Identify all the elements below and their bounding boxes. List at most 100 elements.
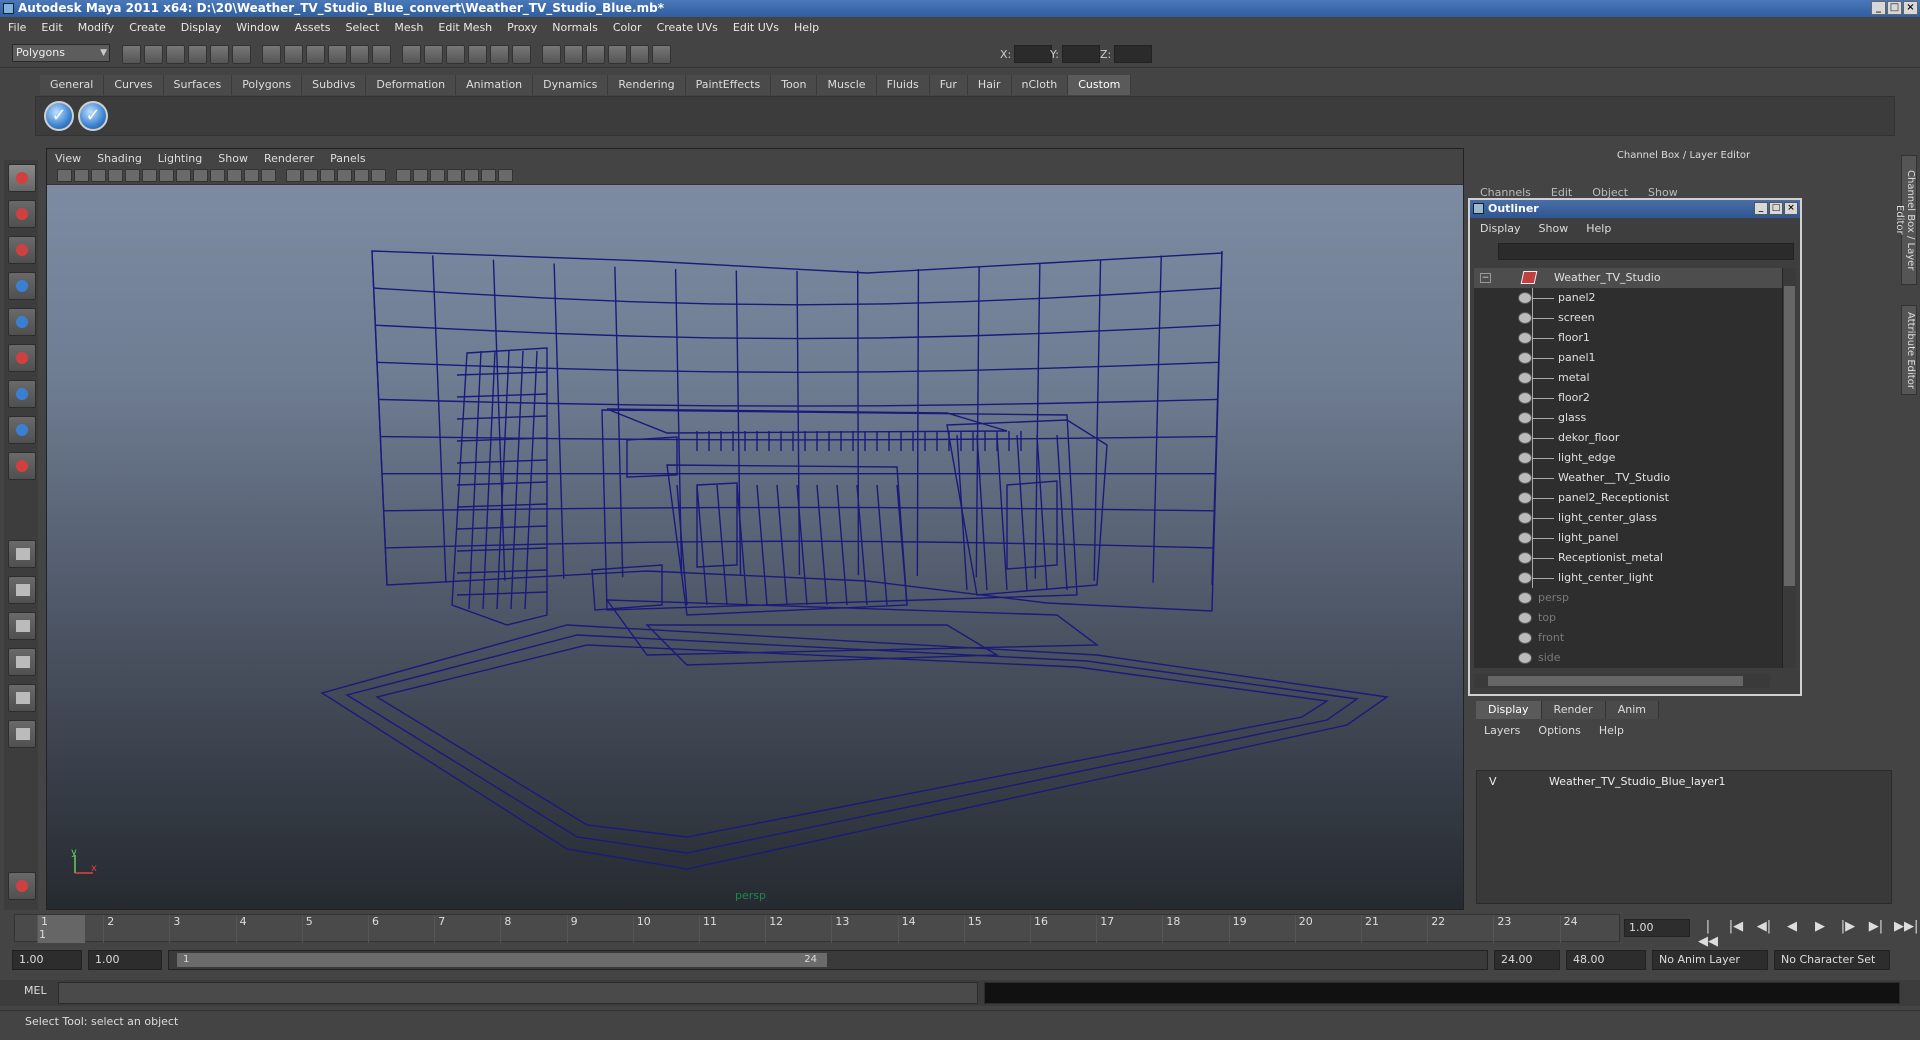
toolbar-button-icon[interactable] xyxy=(284,45,303,64)
scale-tool-icon[interactable] xyxy=(8,344,36,372)
list-item[interactable]: front xyxy=(1474,628,1786,648)
viewport-tool-icon[interactable] xyxy=(320,169,335,182)
menu-modify[interactable]: Modify xyxy=(78,21,114,34)
viewport-tool-icon[interactable] xyxy=(74,169,89,182)
list-item[interactable]: panel2 xyxy=(1474,288,1786,308)
toolbar-button-icon[interactable] xyxy=(328,45,347,64)
viewport-menu-show[interactable]: Show xyxy=(218,152,248,165)
outliner-menu-show[interactable]: Show xyxy=(1539,222,1569,235)
list-item[interactable]: light_center_light xyxy=(1474,568,1786,588)
toolbar-button-icon[interactable] xyxy=(630,45,649,64)
list-item[interactable]: top xyxy=(1474,608,1786,628)
toolbar-button-icon[interactable] xyxy=(188,45,207,64)
outliner-maximize-button[interactable]: □ xyxy=(1769,202,1783,215)
outliner-vertical-thumb[interactable] xyxy=(1784,286,1795,586)
viewport-tool-icon[interactable] xyxy=(354,169,369,182)
tab-subdivs[interactable]: Subdivs xyxy=(302,75,367,95)
toolbar-button-icon[interactable] xyxy=(608,45,627,64)
viewport-tool-icon[interactable] xyxy=(210,169,225,182)
rotate-tool-icon[interactable] xyxy=(8,308,36,336)
outliner-menu-help[interactable]: Help xyxy=(1586,222,1611,235)
tab-hair[interactable]: Hair xyxy=(967,75,1012,95)
toolbar-button-icon[interactable] xyxy=(210,45,229,64)
menu-edit[interactable]: Edit xyxy=(41,21,62,34)
list-item[interactable]: metal xyxy=(1474,368,1786,388)
tab-fur[interactable]: Fur xyxy=(929,75,968,95)
viewport-tool-icon[interactable] xyxy=(125,169,140,182)
toolbar-button-icon[interactable] xyxy=(468,45,487,64)
single-pane-layout-icon[interactable] xyxy=(8,540,36,568)
toolbar-button-icon[interactable] xyxy=(542,45,561,64)
viewport-tool-icon[interactable] xyxy=(447,169,462,182)
layer-menu-options[interactable]: Options xyxy=(1538,724,1580,737)
manipulator-tool-icon[interactable] xyxy=(8,380,36,408)
viewport-tool-icon[interactable] xyxy=(142,169,157,182)
tab-surfaces[interactable]: Surfaces xyxy=(163,75,233,95)
tab-fluids[interactable]: Fluids xyxy=(876,75,930,95)
menu-create-uvs[interactable]: Create UVs xyxy=(657,21,718,34)
list-item[interactable]: Receptionist_metal xyxy=(1474,548,1786,568)
viewport-tool-icon[interactable] xyxy=(193,169,208,182)
playback-button-icon[interactable]: |◀ xyxy=(1726,919,1746,937)
soft-mod-tool-icon[interactable] xyxy=(8,416,36,444)
playback-end-field[interactable]: 24.00 xyxy=(1494,950,1560,970)
tab-attribute-editor[interactable]: Attribute Editor xyxy=(1901,305,1917,395)
mel-label[interactable]: MEL xyxy=(24,984,47,997)
hypershade-layout-icon[interactable] xyxy=(8,684,36,712)
viewport-tool-icon[interactable] xyxy=(498,169,513,182)
tab-animation[interactable]: Animation xyxy=(456,75,534,95)
playback-button-icon[interactable]: ◀| xyxy=(1754,919,1774,937)
menu-assets[interactable]: Assets xyxy=(295,21,331,34)
list-item[interactable]: light_edge xyxy=(1474,448,1786,468)
animation-start-field[interactable]: 1.00 xyxy=(12,950,82,970)
toolbar-button-icon[interactable] xyxy=(564,45,583,64)
list-item[interactable]: persp xyxy=(1474,588,1786,608)
viewport-tool-icon[interactable] xyxy=(337,169,352,182)
viewport-tool-icon[interactable] xyxy=(244,169,259,182)
playback-button-icon[interactable]: ◀ xyxy=(1782,919,1802,937)
tab-deformation[interactable]: Deformation xyxy=(366,75,457,95)
outliner-vertical-scrollbar[interactable] xyxy=(1782,268,1796,668)
list-item[interactable]: Weather__TV_Studio xyxy=(1474,468,1786,488)
list-item[interactable]: glass xyxy=(1474,408,1786,428)
animation-end-field[interactable]: 48.00 xyxy=(1566,950,1646,970)
maximize-button[interactable]: □ xyxy=(1887,1,1902,15)
list-item[interactable]: dekor_floor xyxy=(1474,428,1786,448)
outliner-horizontal-scrollbar[interactable] xyxy=(1474,674,1770,688)
playback-start-field[interactable]: 1.00 xyxy=(88,950,162,970)
render-settings-icon[interactable] xyxy=(8,872,36,900)
outliner-root-item[interactable]: − Weather_TV_Studio xyxy=(1474,268,1786,288)
layer-row[interactable]: V Weather_TV_Studio_Blue_layer1 xyxy=(1477,773,1891,791)
toolbar-button-icon[interactable] xyxy=(586,45,605,64)
viewport-menu-renderer[interactable]: Renderer xyxy=(264,152,314,165)
tab-ncloth[interactable]: nCloth xyxy=(1011,75,1069,95)
tab-channel-box[interactable]: Channel Box / Layer Editor xyxy=(1894,155,1917,285)
playback-button-icon[interactable]: |◀◀ xyxy=(1698,919,1718,949)
viewport-tool-icon[interactable] xyxy=(371,169,386,182)
menu-help[interactable]: Help xyxy=(794,21,819,34)
tab-render[interactable]: Render xyxy=(1541,701,1606,719)
playback-button-icon[interactable]: ▶| xyxy=(1866,919,1886,937)
viewport-tool-icon[interactable] xyxy=(286,169,301,182)
list-item[interactable]: screen xyxy=(1474,308,1786,328)
viewport-menu-view[interactable]: View xyxy=(55,152,81,165)
layer-visibility-toggle[interactable]: V xyxy=(1489,773,1497,791)
custom-layout-icon[interactable] xyxy=(8,720,36,748)
viewport-tool-icon[interactable] xyxy=(57,169,72,182)
toolbar-button-icon[interactable] xyxy=(446,45,465,64)
paint-tool-icon[interactable] xyxy=(8,236,36,264)
current-frame-field[interactable]: 1.00 xyxy=(1624,919,1690,937)
tab-toon[interactable]: Toon xyxy=(771,75,818,95)
viewport-tool-icon[interactable] xyxy=(396,169,411,182)
range-slider[interactable]: 1 24 xyxy=(168,950,1488,970)
move-tool-icon[interactable] xyxy=(8,272,36,300)
viewport-tool-icon[interactable] xyxy=(303,169,318,182)
layer-menu-layers[interactable]: Layers xyxy=(1484,724,1520,737)
toolbar-button-icon[interactable] xyxy=(490,45,509,64)
wireframe-scene[interactable] xyxy=(47,185,1465,909)
perspective-viewport[interactable]: View Shading Lighting Show Renderer Panels y … xyxy=(46,148,1464,910)
viewport-menu-shading[interactable]: Shading xyxy=(97,152,142,165)
viewport-menu-panels[interactable]: Panels xyxy=(330,152,365,165)
viewport-tool-icon[interactable] xyxy=(413,169,428,182)
viewport-tool-icon[interactable] xyxy=(481,169,496,182)
